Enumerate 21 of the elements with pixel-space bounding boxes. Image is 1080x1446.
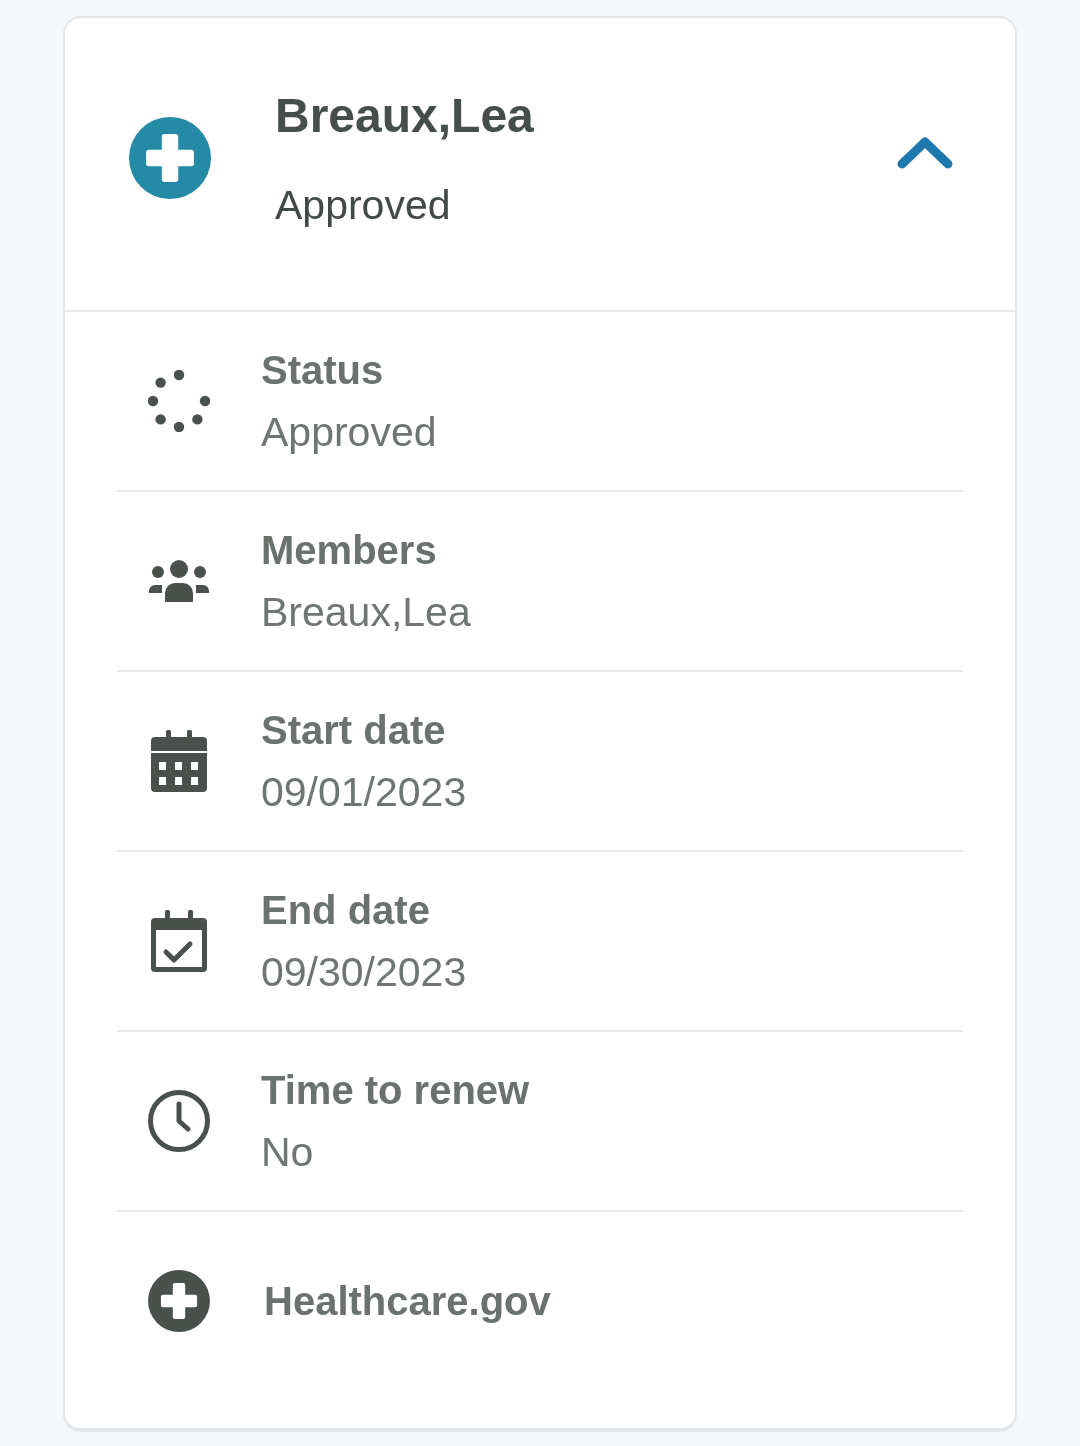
calendar-icon bbox=[151, 730, 207, 792]
application-status: Approved bbox=[275, 181, 451, 230]
detail-value: Approved bbox=[261, 408, 437, 457]
detail-label: End date bbox=[261, 887, 430, 934]
detail-value: 09/01/2023 bbox=[261, 768, 467, 817]
chevron-up-icon[interactable] bbox=[897, 137, 953, 169]
detail-value: Breaux,Lea bbox=[261, 588, 471, 637]
spinner-icon bbox=[148, 370, 210, 432]
detail-label: Members bbox=[261, 527, 437, 574]
detail-label: Time to renew bbox=[261, 1067, 530, 1114]
detail-value: No bbox=[261, 1128, 314, 1177]
users-icon bbox=[149, 560, 209, 602]
clock-icon bbox=[148, 1090, 210, 1152]
plus-circle-icon bbox=[129, 117, 211, 199]
calendar-check-icon bbox=[151, 910, 207, 972]
detail-value: 09/30/2023 bbox=[261, 948, 467, 997]
plus-circle-icon bbox=[148, 1270, 210, 1332]
healthcare-link[interactable]: Healthcare.gov bbox=[264, 1275, 551, 1327]
detail-label: Status bbox=[261, 347, 384, 394]
detail-label: Start date bbox=[261, 707, 446, 754]
applicant-name: Breaux,Lea bbox=[275, 88, 534, 144]
